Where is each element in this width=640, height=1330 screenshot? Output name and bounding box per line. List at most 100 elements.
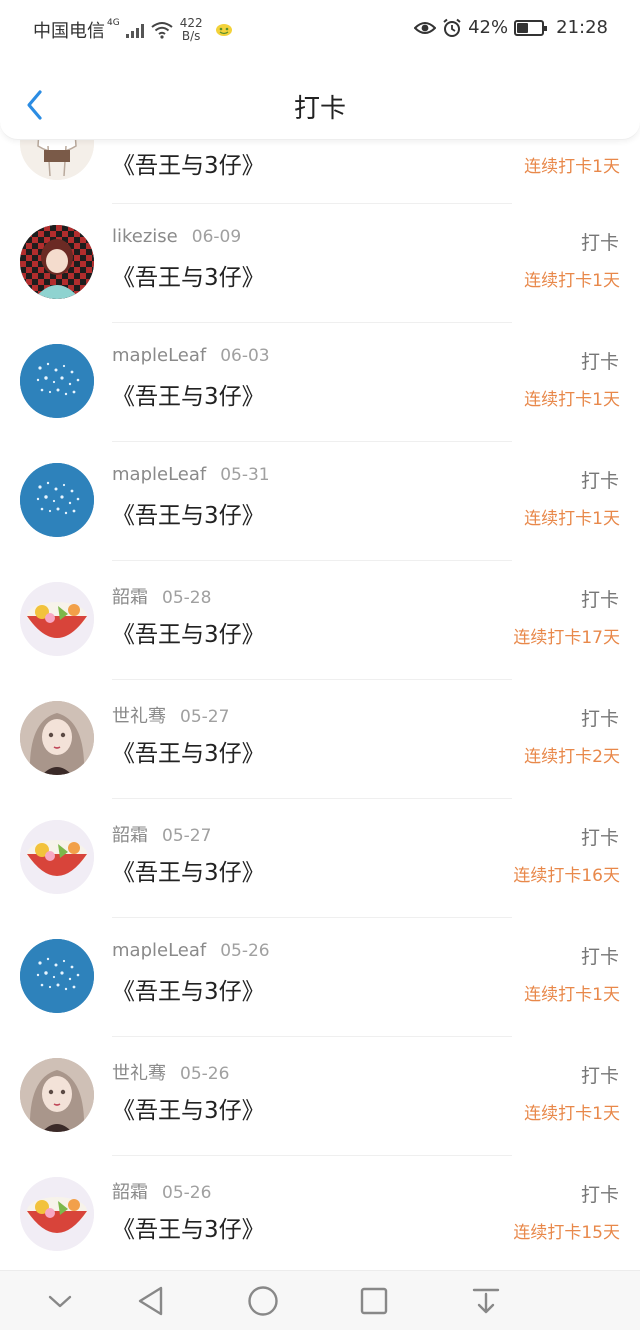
book-title: 《吾王与3仔》 [112,153,265,179]
checkin-label: 打卡 [580,708,619,730]
book-title: 《吾王与3仔》 [112,1098,265,1124]
net-speed-unit: B/s [181,29,201,43]
circle-home-icon [248,1286,278,1316]
book-title: 《吾王与3仔》 [112,622,265,648]
record-meta: 世礼骞 05-27 [112,702,229,728]
avatar [20,582,94,656]
list-item[interactable]: mapleLeaf 06-03 《吾王与3仔》 打卡 连续打卡1天 [0,323,640,442]
record-meta: mapleLeaf 05-26 [112,940,270,961]
record-meta: 世礼骞 05-26 [112,1059,229,1085]
book-title: 《吾王与3仔》 [112,503,265,529]
header: 打卡 [0,58,640,140]
avatar [20,344,94,418]
list-item[interactable]: likezise 06-09 《吾王与3仔》 打卡 连续打卡1天 [0,204,640,323]
book-title: 《吾王与3仔》 [112,860,265,886]
network-type: 4G [107,18,120,28]
user-name[interactable]: 世礼骞 [112,706,166,727]
battery-icon [514,19,548,36]
list-item[interactable]: 韶霜 05-27 《吾王与3仔》 打卡 连续打卡16天 [0,799,640,918]
checkin-label: 打卡 [580,946,619,968]
streak-label: 连续打卡17天 [513,628,620,648]
user-name[interactable]: 韶霜 [112,1182,148,1203]
record-date: 06-09 [191,227,242,247]
user-name[interactable]: likezise [112,226,178,247]
book-title: 《吾王与3仔》 [112,1217,265,1243]
checkin-label: 打卡 [580,589,619,611]
avatar [20,820,94,894]
book-title: 《吾王与3仔》 [112,265,265,291]
net-speed: 422 B/s [180,17,203,43]
record-meta: 韶霜 05-28 [112,583,211,609]
record-date: 05-26 [162,1183,212,1203]
eye-comfort-icon [414,21,437,34]
carrier-label: 中国电信 [33,21,105,42]
book-title: 《吾王与3仔》 [112,979,265,1005]
user-name[interactable]: mapleLeaf [112,464,206,485]
chevron-down-icon [48,1295,72,1308]
user-name[interactable]: 世礼骞 [112,1063,166,1084]
record-date: 05-28 [162,588,212,608]
record-meta: 韶霜 05-26 [112,1178,211,1204]
avatar [20,463,94,537]
record-meta: mapleLeaf 05-31 [112,464,270,485]
streak-label: 连续打卡1天 [524,1104,620,1124]
system-nav-bar [0,1270,640,1330]
checkin-label: 打卡 [580,1065,619,1087]
streak-label: 连续打卡1天 [524,157,620,177]
page-title: 打卡 [293,94,346,124]
book-title: 《吾王与3仔》 [112,384,265,410]
streak-label: 连续打卡1天 [524,390,620,410]
checkin-label: 打卡 [580,470,619,492]
checkin-label: 打卡 [580,232,619,254]
book-title: 《吾王与3仔》 [112,741,265,767]
pull-down-icon [472,1288,500,1314]
record-date: 05-27 [162,826,212,846]
record-date: 05-26 [180,1064,230,1084]
avatar [20,701,94,775]
avatar [20,225,94,299]
streak-label: 连续打卡16天 [513,866,620,886]
user-name[interactable]: mapleLeaf [112,940,206,961]
list-item[interactable]: 韶霜 05-26 《吾王与3仔》 打卡 连续打卡15天 [0,1156,640,1270]
nav-pulldown-button[interactable] [469,1284,503,1318]
record-meta: 韶霜 05-27 [112,821,211,847]
wifi-icon [151,22,173,39]
list-item[interactable]: 韶霜 05-28 《吾王与3仔》 打卡 连续打卡17天 [0,561,640,680]
record-date: 05-26 [220,941,270,961]
record-date: 06-03 [220,346,270,366]
avatar [20,939,94,1013]
record-date: 05-31 [220,465,270,485]
checkin-label: 打卡 [580,827,619,849]
nav-hide-button[interactable] [43,1284,77,1318]
checkin-list: 《吾王与3仔》 连续打卡1天 likezise 06-09 《吾王与3仔》 打卡 … [0,140,640,1270]
square-recents-icon [360,1287,388,1315]
list-item[interactable]: 世礼骞 05-26 《吾王与3仔》 打卡 连续打卡1天 [0,1037,640,1156]
avatar [20,1177,94,1251]
list-item[interactable]: 《吾王与3仔》 连续打卡1天 [0,140,640,204]
streak-label: 连续打卡1天 [524,509,620,529]
avatar [20,1058,94,1132]
nav-recents-button[interactable] [357,1284,391,1318]
list-item[interactable]: mapleLeaf 05-31 《吾王与3仔》 打卡 连续打卡1天 [0,442,640,561]
list-item[interactable]: 世礼骞 05-27 《吾王与3仔》 打卡 连续打卡2天 [0,680,640,799]
signal-icon [125,22,144,38]
list-item[interactable]: mapleLeaf 05-26 《吾王与3仔》 打卡 连续打卡1天 [0,918,640,1037]
record-meta: likezise 06-09 [112,226,241,247]
nav-back-button[interactable] [134,1284,168,1318]
user-name[interactable]: 韶霜 [112,587,148,608]
streak-label: 连续打卡1天 [524,985,620,1005]
status-bar: 中国电信 4G 422 B/s 42% 21:28 [0,0,640,58]
record-meta: mapleLeaf 06-03 [112,345,270,366]
alarm-icon [443,18,461,37]
battery-percent: 42% [468,17,509,38]
avatar [20,140,94,180]
streak-label: 连续打卡1天 [524,271,620,291]
record-date: 05-27 [180,707,230,727]
streak-label: 连续打卡2天 [524,747,620,767]
nav-home-button[interactable] [246,1284,280,1318]
user-name[interactable]: 韶霜 [112,825,148,846]
user-name[interactable]: mapleLeaf [112,345,206,366]
streak-label: 连续打卡15天 [513,1223,620,1243]
clock: 21:28 [556,17,608,38]
triangle-back-icon [138,1286,163,1316]
